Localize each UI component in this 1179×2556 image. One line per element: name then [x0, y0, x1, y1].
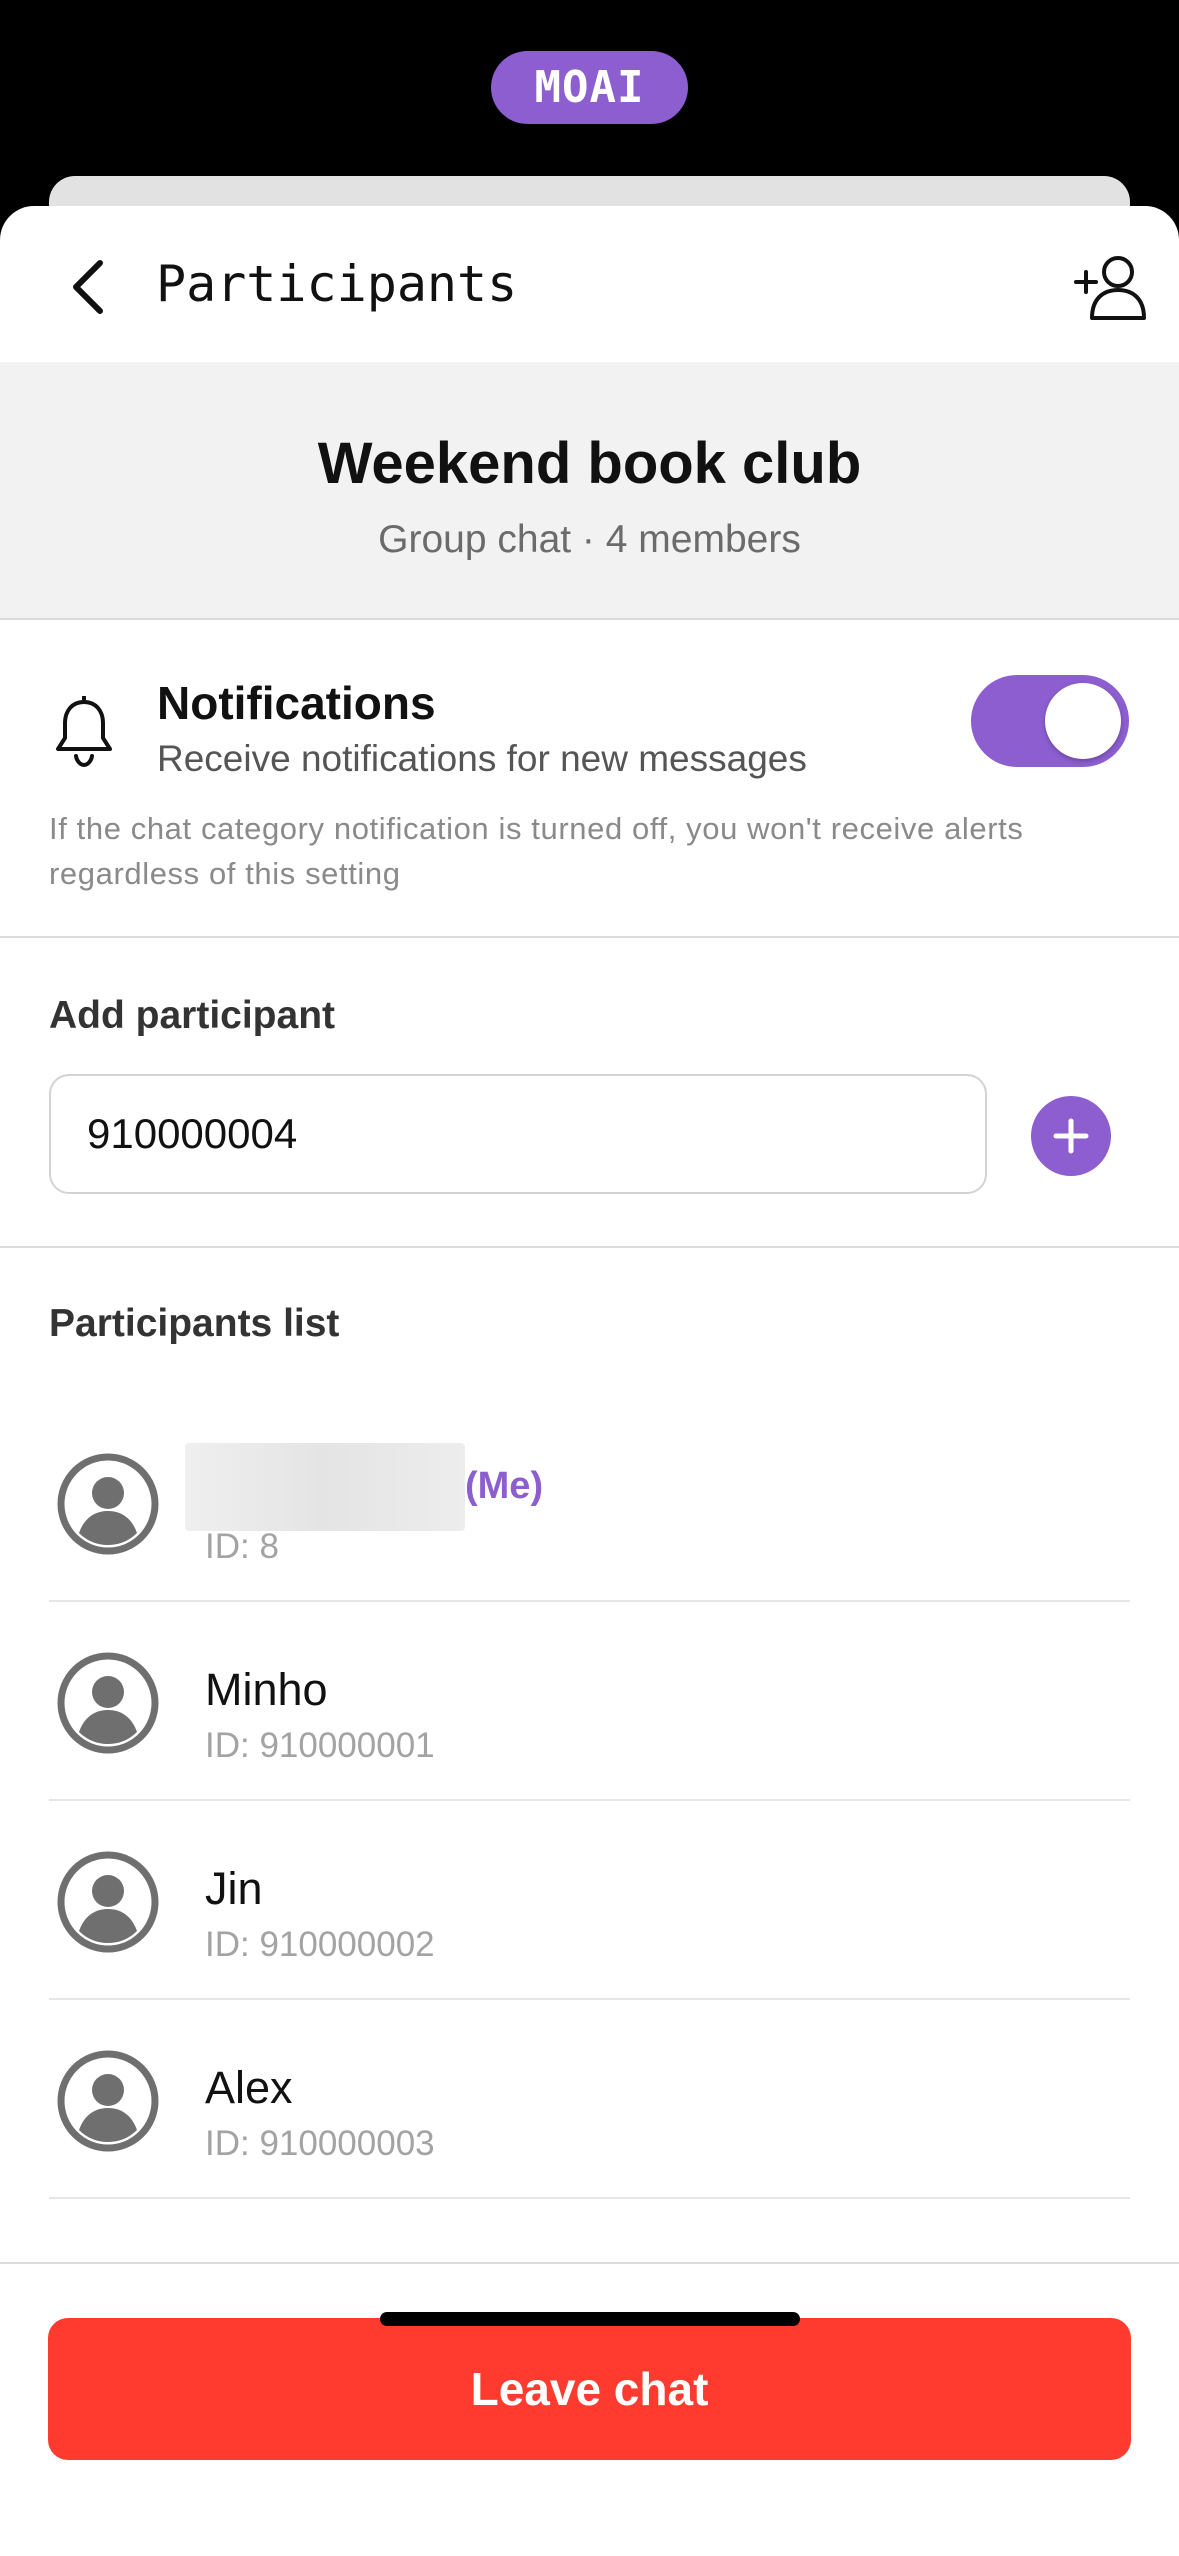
participant-name: Alex	[205, 2062, 293, 2113]
participant-row[interactable]: Minho ID: 910000001	[49, 1602, 1130, 1801]
participant-row[interactable]: Alex ID: 910000003	[49, 2000, 1130, 2199]
participant-name: Jin	[205, 1863, 263, 1914]
participant-name: Minho	[205, 1664, 328, 1715]
participant-id: ID: 910000003	[205, 2124, 435, 2163]
add-participant-section: Add participant	[0, 938, 1179, 1248]
participants-sheet: Participants Weekend book club Group cha…	[0, 206, 1179, 2556]
add-user-button[interactable]	[1072, 248, 1150, 326]
participant-id: ID: 8	[205, 1527, 279, 1566]
toggle-knob	[1045, 683, 1121, 759]
group-meta: Group chat · 4 members	[378, 518, 801, 561]
notifications-hint: If the chat category notification is tur…	[49, 811, 1024, 891]
notifications-section: Notifications Receive notifications for …	[0, 620, 1179, 938]
redacted-name	[185, 1443, 465, 1531]
avatar-icon	[57, 1652, 159, 1754]
page-title: Participants	[156, 255, 518, 313]
participants-list-title: Participants list	[49, 1302, 340, 1345]
brand-logo: MOAI	[491, 51, 688, 124]
add-participant-title: Add participant	[49, 994, 336, 1037]
bell-icon	[56, 696, 112, 768]
participant-row[interactable]: Jin ID: 910000002	[49, 1801, 1130, 2000]
participant-id-input[interactable]	[49, 1074, 987, 1194]
notifications-toggle[interactable]	[971, 675, 1129, 767]
participant-list: (Me) ID: 8 Minho ID: 910000001 Jin ID: 9…	[49, 1403, 1130, 2199]
back-chevron-icon	[73, 260, 103, 314]
plus-icon	[1053, 1118, 1089, 1154]
avatar-icon	[57, 2050, 159, 2152]
avatar-icon	[57, 1851, 159, 1953]
notifications-title: Notifications	[157, 677, 436, 729]
notifications-subtitle: Receive notifications for new messages	[157, 738, 807, 779]
me-badge: (Me)	[465, 1465, 544, 1507]
participant-row-me[interactable]: (Me) ID: 8	[49, 1403, 1130, 1602]
add-participant-button[interactable]	[1031, 1096, 1111, 1176]
group-header: Weekend book club Group chat · 4 members	[0, 362, 1179, 620]
nav-bar: Participants	[0, 206, 1179, 362]
back-button[interactable]	[58, 252, 118, 322]
footer: Leave chat	[0, 2262, 1179, 2556]
home-indicator[interactable]	[380, 2312, 800, 2326]
avatar-icon	[57, 1453, 159, 1555]
participant-id: ID: 910000001	[205, 1726, 435, 1765]
leave-chat-button[interactable]: Leave chat	[48, 2318, 1131, 2460]
add-user-icon	[1074, 256, 1146, 320]
group-name: Weekend book club	[317, 431, 862, 496]
participant-id: ID: 910000002	[205, 1925, 435, 1964]
